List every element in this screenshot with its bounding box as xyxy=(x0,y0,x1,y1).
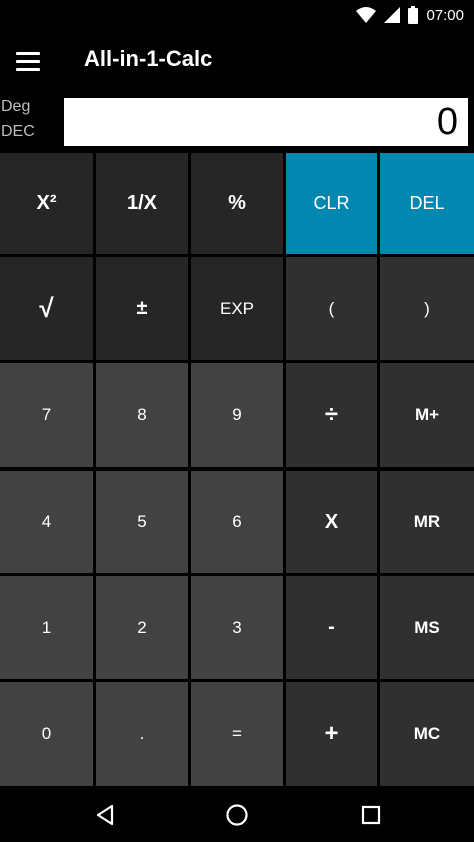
percent-button[interactable]: % xyxy=(191,153,283,254)
delete-button[interactable]: DEL xyxy=(380,153,474,254)
system-nav-bar xyxy=(0,786,474,842)
exp-button[interactable]: EXP xyxy=(191,257,283,360)
memory-plus-button[interactable]: M+ xyxy=(380,363,474,467)
reciprocal-button[interactable]: 1/X xyxy=(96,153,188,254)
battery-icon xyxy=(408,6,419,24)
minus-button[interactable]: - xyxy=(286,576,377,679)
status-bar: 07:00 xyxy=(0,0,474,30)
home-circle-icon[interactable] xyxy=(222,800,252,830)
app-bar: All-in-1-Calc xyxy=(0,30,474,92)
status-time: 07:00 xyxy=(426,6,464,24)
digit-3-button[interactable]: 3 xyxy=(191,576,283,679)
recents-square-icon[interactable] xyxy=(356,800,386,830)
digit-9-button[interactable]: 9 xyxy=(191,363,283,467)
digit-6-button[interactable]: 6 xyxy=(191,471,283,573)
sqrt-button[interactable]: √ xyxy=(0,257,93,360)
calculator-display: 0 xyxy=(64,98,468,146)
digit-7-button[interactable]: 7 xyxy=(0,363,93,467)
digit-4-button[interactable]: 4 xyxy=(0,471,93,573)
close-paren-button[interactable]: ) xyxy=(380,257,474,360)
angle-mode-label: Deg xyxy=(1,98,31,115)
display-value: 0 xyxy=(436,101,458,143)
digit-5-button[interactable]: 5 xyxy=(96,471,188,573)
mode-indicator: Deg DEC xyxy=(0,94,62,146)
digit-0-button[interactable]: 0 xyxy=(0,682,93,786)
back-triangle-icon[interactable] xyxy=(90,800,120,830)
memory-store-button[interactable]: MS xyxy=(380,576,474,679)
keypad: X² 1/X % CLR DEL √ ± EXP ( ) 7 8 9 ÷ M+ … xyxy=(0,153,474,786)
hamburger-menu-icon[interactable] xyxy=(16,47,48,75)
digit-8-button[interactable]: 8 xyxy=(96,363,188,467)
divide-button[interactable]: ÷ xyxy=(286,363,377,467)
digit-2-button[interactable]: 2 xyxy=(96,576,188,679)
number-base-label: DEC xyxy=(1,123,35,140)
wifi-icon xyxy=(356,7,377,23)
app-title: All-in-1-Calc xyxy=(84,46,213,71)
equals-button[interactable]: = xyxy=(191,682,283,786)
cell-signal-icon xyxy=(384,7,401,23)
clear-button[interactable]: CLR xyxy=(286,153,377,254)
open-paren-button[interactable]: ( xyxy=(286,257,377,360)
plus-button[interactable]: + xyxy=(286,682,377,786)
decimal-button[interactable]: . xyxy=(96,682,188,786)
x-squared-button[interactable]: X² xyxy=(0,153,93,254)
multiply-button[interactable]: X xyxy=(286,471,377,573)
plus-minus-button[interactable]: ± xyxy=(96,257,188,360)
status-icons: 07:00 xyxy=(356,5,464,25)
digit-1-button[interactable]: 1 xyxy=(0,576,93,679)
memory-clear-button[interactable]: MC xyxy=(380,682,474,786)
memory-recall-button[interactable]: MR xyxy=(380,471,474,573)
